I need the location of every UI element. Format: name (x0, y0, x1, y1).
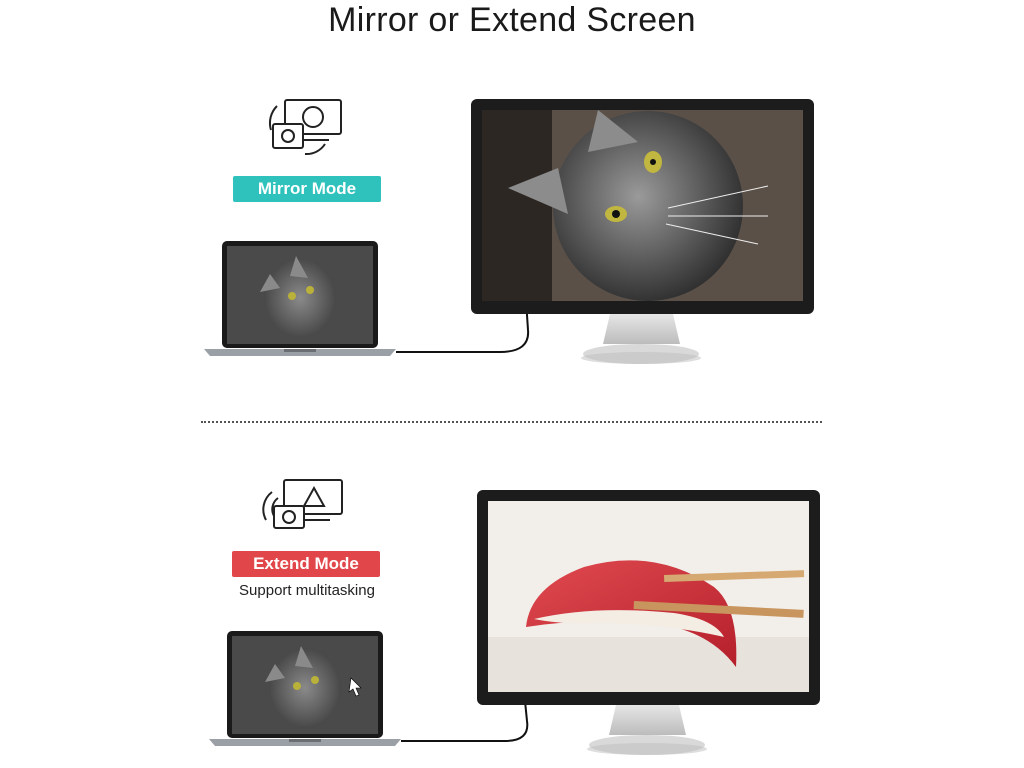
extend-display-icon (262, 479, 343, 529)
mirror-laptop (204, 241, 396, 356)
mirror-mode-badge: Mirror Mode (233, 176, 381, 202)
mirror-monitor (471, 99, 814, 364)
mirror-display-icon (268, 99, 342, 156)
extend-mode-badge: Extend Mode (232, 551, 380, 577)
section-divider (201, 421, 822, 423)
page-title: Mirror or Extend Screen (328, 1, 696, 39)
extend-mode-subtitle: Support multitasking (239, 582, 375, 599)
extend-laptop (209, 631, 401, 746)
extend-monitor (477, 490, 820, 755)
